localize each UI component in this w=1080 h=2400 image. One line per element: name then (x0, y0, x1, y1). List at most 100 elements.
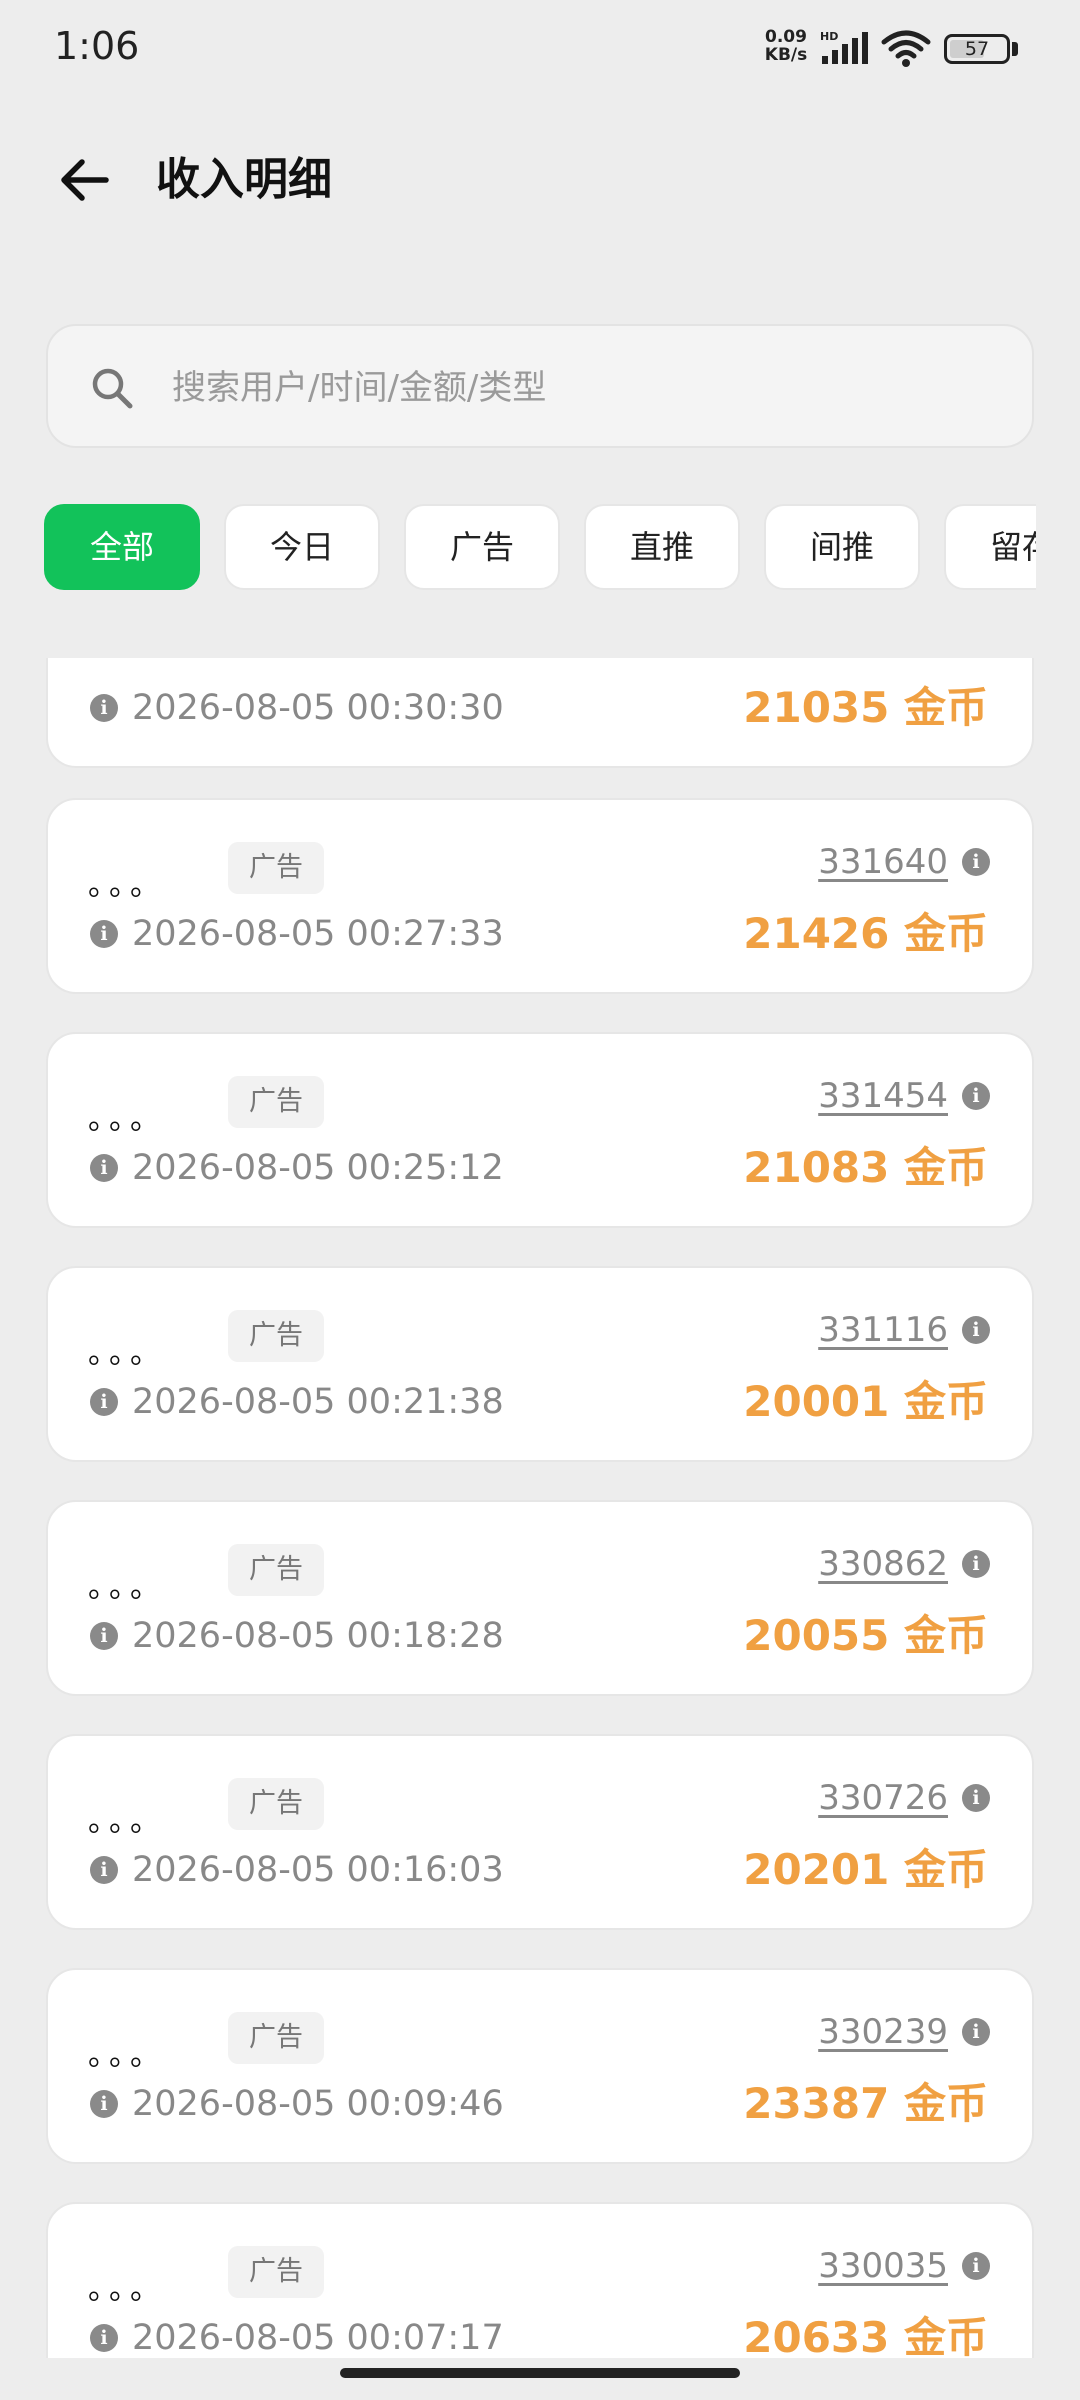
network-speed-value: 0.09 (765, 27, 807, 47)
record-user-id-link[interactable]: 330862 (818, 1544, 948, 1584)
record-time: 2026-08-05 00:21:38 (132, 1382, 504, 1422)
record-time: 2026-08-05 00:30:30 (132, 688, 504, 728)
record-user-id-link[interactable]: 330035 (818, 2246, 948, 2286)
record-time: 2026-08-05 00:16:03 (132, 1850, 504, 1890)
record-user-name: 。。。 (88, 1570, 166, 1605)
record-amount: 21426 金币 (743, 909, 988, 958)
info-icon: i (90, 920, 118, 948)
record-amount: 20055 金币 (743, 1611, 988, 1660)
record-time: 2026-08-05 00:25:12 (132, 1148, 504, 1188)
record-amount: 23387 金币 (743, 2079, 988, 2128)
filter-tab-today[interactable]: 今日 (224, 504, 380, 590)
record-id-row: 330239 i (818, 2012, 990, 2056)
info-icon: i (90, 1154, 118, 1182)
record-type-tag: 广告 (228, 2012, 324, 2064)
record-time-row: i 2026-08-05 00:30:30 (90, 688, 504, 728)
network-speed-unit: KB/s (764, 45, 808, 65)
record-time-row: i 2026-08-05 00:21:38 (90, 1382, 504, 1422)
info-icon[interactable]: i (962, 1082, 990, 1110)
status-bar: 1:06 0.09 KB/s HD 57 (0, 0, 1080, 96)
record-id-row: 331116 i (818, 1310, 990, 1354)
network-type-label: HD (820, 30, 838, 43)
record-type-tag: 广告 (228, 842, 324, 894)
income-record-card[interactable]: 。。。 广告 i 2026-08-05 00:27:33 331640 i 2142… (46, 798, 1034, 994)
income-record-list: i 2026-08-05 00:30:30 21035 金币 。。。 广告 i 20… (0, 658, 1080, 2358)
status-time: 1:06 (54, 24, 140, 68)
record-user-id-link[interactable]: 331640 (818, 842, 948, 882)
record-time-row: i 2026-08-05 00:27:33 (90, 914, 504, 954)
record-user-name: 。。。 (88, 1102, 166, 1137)
filter-tab-all[interactable]: 全部 (44, 504, 200, 590)
record-time-row: i 2026-08-05 00:07:17 (90, 2318, 504, 2358)
network-speed: 0.09 KB/s (760, 28, 812, 64)
info-icon: i (90, 1622, 118, 1650)
record-user-name: 。。。 (88, 2038, 166, 2073)
battery-percent: 57 (964, 38, 990, 60)
record-time: 2026-08-05 00:18:28 (132, 1616, 504, 1656)
income-details-screen: 1:06 0.09 KB/s HD 57 收入明细 搜索用户/时间/金额/类型 … (0, 0, 1080, 2400)
record-amount: 21083 金币 (743, 1143, 988, 1192)
search-bar[interactable] (46, 324, 1034, 448)
record-type-tag: 广告 (228, 1310, 324, 1362)
filter-tab-ads[interactable]: 广告 (404, 504, 560, 590)
info-icon: i (90, 694, 118, 722)
record-user-name: 。。。 (88, 2272, 166, 2307)
wifi-icon (881, 30, 931, 67)
record-time: 2026-08-05 00:27:33 (132, 914, 504, 954)
income-record-card[interactable]: 。。。 广告 i 2026-08-05 00:21:38 331116 i 2000… (46, 1266, 1034, 1462)
record-id-row: 331454 i (818, 1076, 990, 1120)
battery-cap (1012, 42, 1018, 56)
info-icon[interactable]: i (962, 1550, 990, 1578)
income-record-card[interactable]: 。。。 广告 i 2026-08-05 00:25:12 331454 i 2108… (46, 1032, 1034, 1228)
record-time-row: i 2026-08-05 00:25:12 (90, 1148, 504, 1188)
search-icon (92, 368, 133, 409)
app-header: 收入明细 (0, 120, 1080, 240)
record-id-row: 330035 i (818, 2246, 990, 2290)
record-user-id-link[interactable]: 331116 (818, 1310, 948, 1350)
info-icon: i (90, 1388, 118, 1416)
info-icon[interactable]: i (962, 1316, 990, 1344)
record-type-tag: 广告 (228, 1778, 324, 1830)
search-input[interactable] (172, 356, 992, 420)
info-icon[interactable]: i (962, 2252, 990, 2280)
info-icon: i (90, 1856, 118, 1884)
filter-tab-direct[interactable]: 直推 (584, 504, 740, 590)
filter-tabs: 全部今日广告直推间推留存 (44, 504, 1036, 592)
info-icon: i (90, 2090, 118, 2118)
record-amount: 21035 金币 (743, 683, 988, 732)
info-icon[interactable]: i (962, 2018, 990, 2046)
filter-tab-indirect[interactable]: 间推 (764, 504, 920, 590)
record-id-row: 330726 i (818, 1778, 990, 1822)
page-title: 收入明细 (156, 154, 332, 205)
back-arrow-icon[interactable] (52, 148, 116, 212)
battery-icon: 57 (944, 34, 1010, 64)
record-type-tag: 广告 (228, 1076, 324, 1128)
record-time: 2026-08-05 00:07:17 (132, 2318, 504, 2358)
info-icon: i (90, 2324, 118, 2352)
record-user-name: 。。。 (88, 868, 166, 903)
income-record-card[interactable]: i 2026-08-05 00:30:30 21035 金币 (46, 658, 1034, 768)
record-type-tag: 广告 (228, 1544, 324, 1596)
record-amount: 20001 金币 (743, 1377, 988, 1426)
signal-icon: HD (820, 30, 868, 64)
record-user-id-link[interactable]: 331454 (818, 1076, 948, 1116)
record-type-tag: 广告 (228, 2246, 324, 2298)
income-record-card[interactable]: 。。。 广告 i 2026-08-05 00:07:17 330035 i 2063… (46, 2202, 1034, 2358)
info-icon[interactable]: i (962, 848, 990, 876)
record-amount: 20201 金币 (743, 1845, 988, 1894)
home-indicator[interactable] (340, 2368, 740, 2378)
record-user-name: 。。。 (88, 1804, 166, 1839)
record-time: 2026-08-05 00:09:46 (132, 2084, 504, 2124)
income-record-card[interactable]: 。。。 广告 i 2026-08-05 00:18:28 330862 i 2005… (46, 1500, 1034, 1696)
record-user-id-link[interactable]: 330239 (818, 2012, 948, 2052)
income-record-card[interactable]: 。。。 广告 i 2026-08-05 00:16:03 330726 i 2020… (46, 1734, 1034, 1930)
income-record-card[interactable]: 。。。 广告 i 2026-08-05 00:09:46 330239 i 2338… (46, 1968, 1034, 2164)
record-time-row: i 2026-08-05 00:16:03 (90, 1850, 504, 1890)
record-id-row: 331640 i (818, 842, 990, 886)
record-user-name: 。。。 (88, 1336, 166, 1371)
info-icon[interactable]: i (962, 1784, 990, 1812)
filter-tab-retention[interactable]: 留存 (944, 504, 1036, 590)
record-time-row: i 2026-08-05 00:09:46 (90, 2084, 504, 2124)
record-time-row: i 2026-08-05 00:18:28 (90, 1616, 504, 1656)
record-user-id-link[interactable]: 330726 (818, 1778, 948, 1818)
